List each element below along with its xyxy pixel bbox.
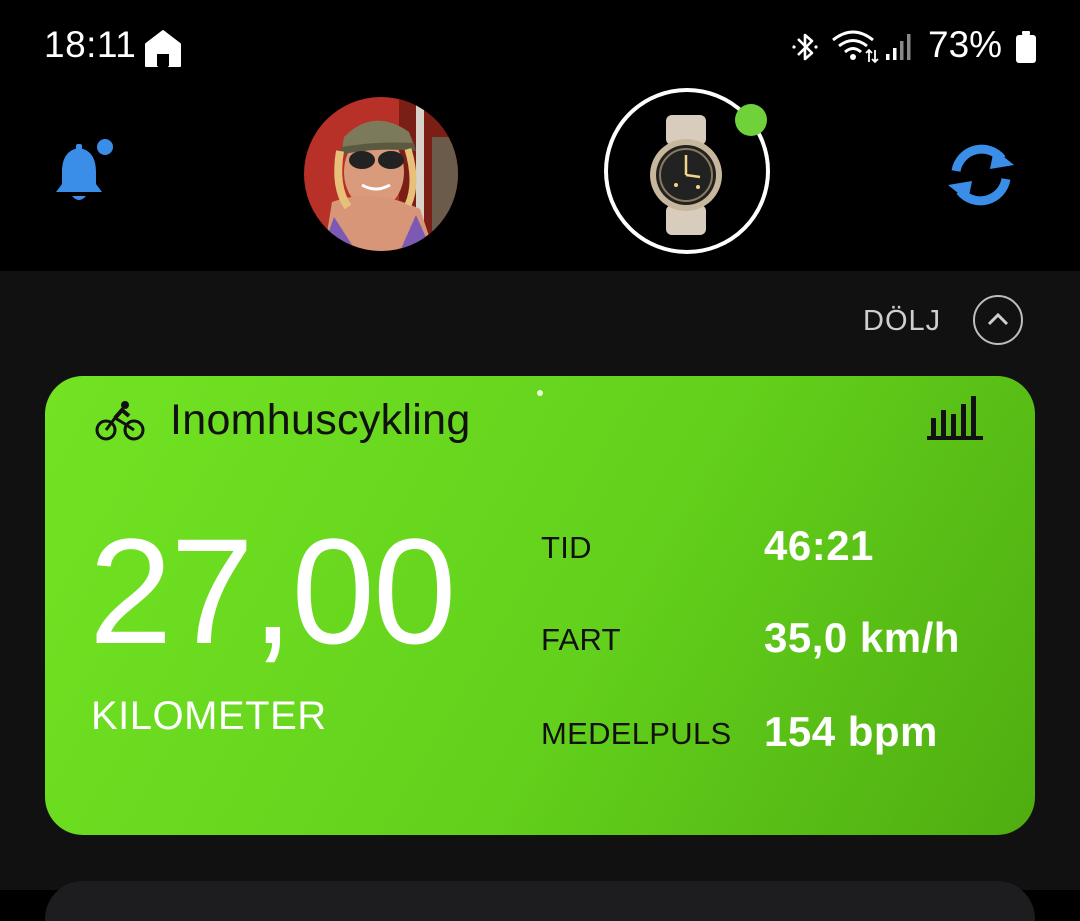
avatar[interactable] bbox=[304, 97, 458, 251]
wifi-icon bbox=[832, 30, 879, 64]
hide-label[interactable]: DÖLJ bbox=[863, 305, 941, 338]
notification-bell-icon[interactable] bbox=[52, 138, 116, 208]
chevron-up-icon bbox=[987, 312, 1009, 326]
card-indicator-dot bbox=[537, 390, 543, 396]
bar-chart-icon[interactable] bbox=[925, 394, 985, 442]
signal-icon bbox=[886, 34, 911, 60]
distance-value: 27,00 bbox=[89, 507, 456, 675]
battery-percent: 73% bbox=[928, 24, 1003, 65]
top-bar bbox=[0, 88, 1080, 271]
device-connected-indicator bbox=[735, 104, 767, 136]
home-icon bbox=[145, 30, 181, 67]
stat-label-speed: FART bbox=[541, 622, 621, 657]
bluetooth-icon bbox=[792, 33, 818, 61]
activity-title: Inomhuscykling bbox=[170, 396, 471, 444]
collapse-button[interactable] bbox=[973, 295, 1023, 345]
activity-card[interactable]: Inomhuscykling 27,00 KILOMETER TID 46:21… bbox=[45, 376, 1035, 835]
distance-unit: KILOMETER bbox=[91, 694, 327, 738]
sync-icon[interactable] bbox=[940, 139, 1022, 211]
status-time: 18:11 bbox=[44, 24, 137, 65]
stat-value-time: 46:21 bbox=[764, 522, 874, 569]
stat-value-speed: 35,0 km/h bbox=[764, 614, 960, 661]
battery-icon bbox=[1016, 31, 1036, 63]
stat-label-time: TID bbox=[541, 530, 592, 565]
watch-device-image bbox=[650, 115, 722, 235]
next-card-peek bbox=[45, 881, 1035, 921]
status-bar: 18:11 73% bbox=[0, 0, 1080, 95]
stat-label-avg-hr: MEDELPULS bbox=[541, 716, 732, 751]
content-area: DÖLJ Inomhuscykling 27,00 KILOMETER TID … bbox=[0, 271, 1080, 921]
indoor-cycling-icon bbox=[95, 401, 145, 441]
stat-value-avg-hr: 154 bpm bbox=[764, 708, 938, 755]
